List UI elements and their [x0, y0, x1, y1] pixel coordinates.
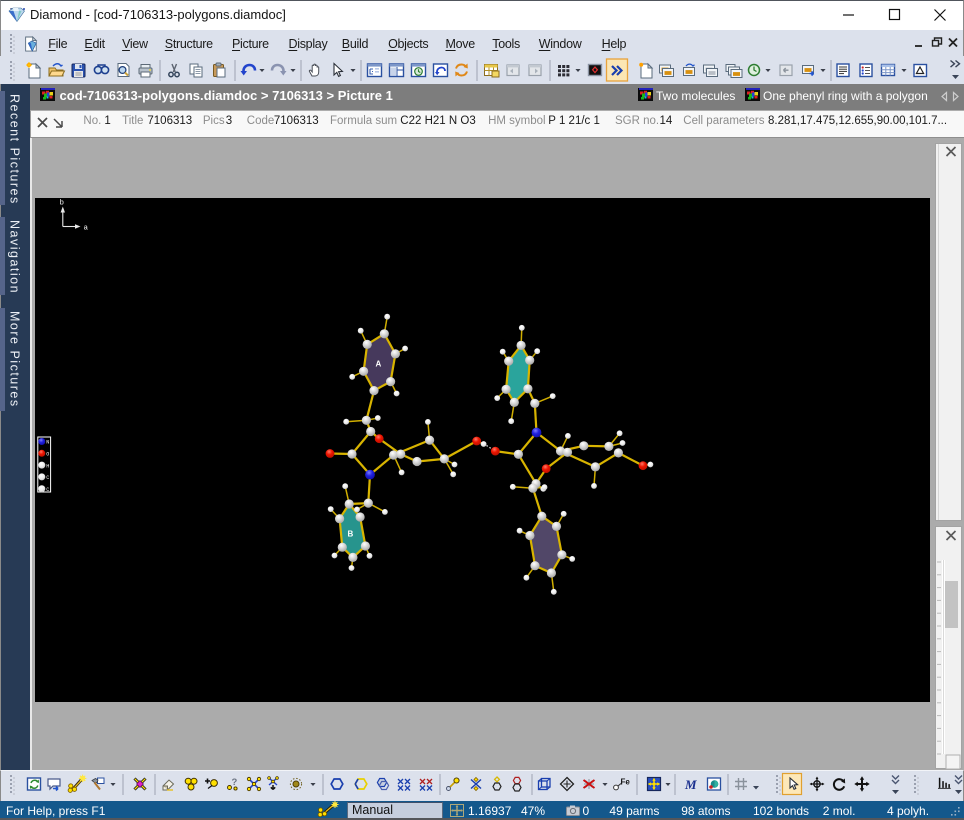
- svg-text:N: N: [46, 440, 49, 446]
- svg-text:?: ?: [232, 777, 238, 788]
- svg-text:H: H: [46, 463, 49, 469]
- svg-text:C: C: [46, 475, 49, 481]
- svg-text:O: O: [46, 452, 49, 458]
- svg-text:b: b: [60, 200, 65, 208]
- svg-text:C: C: [46, 487, 49, 493]
- svg-text:M: M: [684, 777, 697, 792]
- svg-text:B: B: [348, 530, 354, 539]
- svg-text:A: A: [376, 360, 382, 369]
- svg-text:a: a: [84, 225, 89, 233]
- svg-text:Fe: Fe: [621, 778, 631, 787]
